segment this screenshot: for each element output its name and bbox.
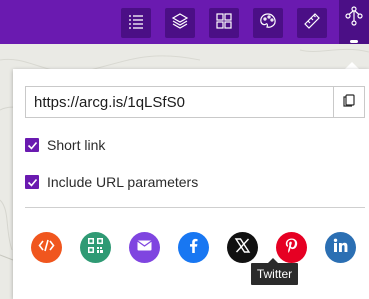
code-embed-icon: [38, 237, 55, 259]
panel-pointer: [345, 62, 359, 69]
url-params-label: Include URL parameters: [47, 174, 199, 190]
share-panel: Short link Include URL parameters: [13, 69, 369, 299]
linkedin-button[interactable]: [325, 232, 356, 263]
palette-icon: [259, 12, 277, 35]
facebook-icon: [185, 237, 202, 259]
x-twitter-icon: [234, 237, 251, 259]
share-icon: [345, 0, 363, 31]
copy-button[interactable]: [333, 87, 364, 117]
checkmark-icon: [27, 178, 37, 187]
embed-button[interactable]: [31, 232, 62, 263]
share-url-row: [25, 86, 365, 118]
measure-ruler-icon: [303, 12, 321, 35]
measure-button[interactable]: [297, 8, 327, 38]
short-link-checkbox[interactable]: [25, 138, 39, 152]
top-toolbar: [0, 0, 369, 44]
legend-button[interactable]: [121, 8, 151, 38]
qr-code-icon: [87, 237, 104, 259]
pinterest-button[interactable]: [276, 232, 307, 263]
short-link-option[interactable]: Short link: [25, 137, 105, 153]
copy-icon: [342, 93, 356, 112]
linkedin-icon: [332, 237, 349, 259]
basemap-gallery-button[interactable]: [209, 8, 239, 38]
share-button[interactable]: [339, 0, 369, 44]
url-params-option[interactable]: Include URL parameters: [25, 174, 198, 190]
divider: [25, 207, 365, 208]
active-indicator: [350, 40, 358, 43]
url-params-checkbox[interactable]: [25, 175, 39, 189]
tooltip: Twitter: [251, 263, 298, 285]
x-twitter-button[interactable]: [227, 232, 258, 263]
layers-button[interactable]: [165, 8, 195, 38]
facebook-button[interactable]: [178, 232, 209, 263]
email-button[interactable]: [129, 232, 160, 263]
legend-list-icon: [127, 12, 145, 35]
qr-code-button[interactable]: [80, 232, 111, 263]
mail-icon: [136, 237, 153, 259]
basemap-gallery-icon: [215, 12, 233, 35]
palette-button[interactable]: [253, 8, 283, 38]
checkmark-icon: [27, 141, 37, 150]
pinterest-icon: [283, 237, 300, 259]
short-link-label: Short link: [47, 137, 106, 153]
share-url-input[interactable]: [26, 87, 333, 117]
layers-icon: [171, 12, 189, 35]
